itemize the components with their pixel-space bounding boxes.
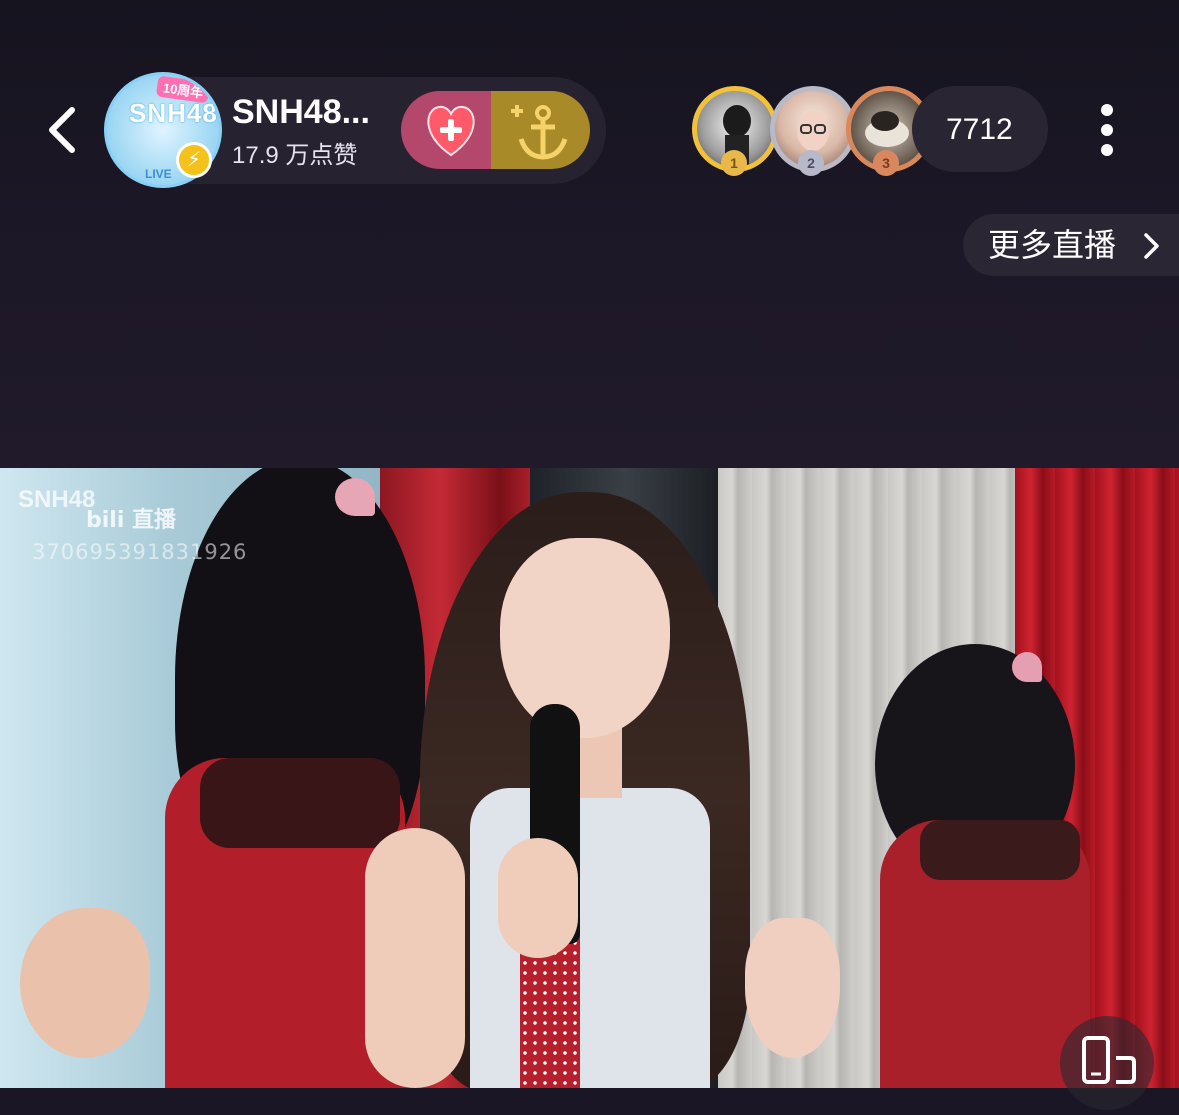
performer-center-pointing-hand <box>745 918 840 1058</box>
rank-medal-1: 1 <box>721 150 747 176</box>
follow-button[interactable] <box>401 91 501 169</box>
anchor-plus-icon <box>511 105 568 160</box>
screen-rotate-icon <box>1082 1036 1136 1084</box>
live-video-player[interactable]: SNH48 bili 直播 370695391831926 <box>0 468 1179 1088</box>
performer-left-hand <box>20 908 150 1058</box>
stream-watermark: SNH48 bili 直播 370695391831926 <box>18 488 278 578</box>
fan-club-button[interactable] <box>491 91 590 169</box>
chevron-right-icon <box>1140 231 1162 261</box>
performer-center-arm <box>365 828 465 1088</box>
performer-left-cat-ear <box>335 478 375 516</box>
performer-center-face <box>500 538 670 738</box>
more-live-label: 更多直播 <box>988 226 1117 264</box>
chevron-left-icon <box>49 107 75 153</box>
performer-center-mic-hand <box>498 838 578 958</box>
heart-plus-icon <box>427 105 475 157</box>
watermark-brand: bili 直播 <box>86 508 177 533</box>
rank-medal-2: 2 <box>798 150 824 176</box>
more-options-button[interactable] <box>1090 100 1124 160</box>
lightning-icon: ⚡ <box>176 142 212 178</box>
channel-name[interactable]: SNH48... <box>232 91 370 133</box>
channel-likes: 17.9 万点赞 <box>232 142 358 169</box>
avatar-logo-text: SNH48 <box>129 98 218 128</box>
viewer-count: 7712 <box>946 113 1013 146</box>
performer-right-collar <box>920 820 1080 880</box>
performer-left-collar <box>200 758 400 848</box>
avatar-live-text: LIVE <box>145 167 172 181</box>
more-vertical-icon <box>1101 104 1113 156</box>
back-button[interactable] <box>38 100 90 160</box>
screen-rotate-button[interactable] <box>1060 1016 1154 1110</box>
performer-right-cat-ear <box>1012 652 1042 682</box>
watermark-id: 370695391831926 <box>32 540 248 564</box>
rank-medal-3: 3 <box>873 150 899 176</box>
